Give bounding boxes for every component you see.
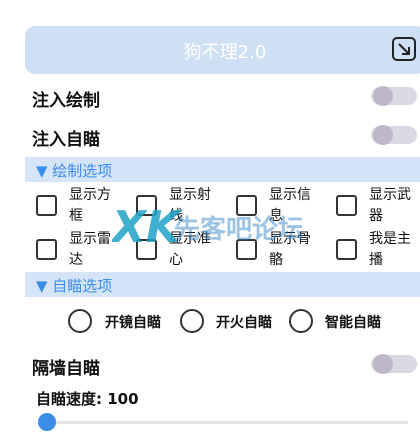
radio-label: 开火自瞄 [216,315,272,331]
inject-aim-toggle[interactable] [371,125,417,145]
watermark-text: 先客吧论坛 [174,214,302,245]
inject-aim-label: 注入自瞄 [32,130,100,150]
radio-fire-aim[interactable] [180,309,204,333]
collapse-icon[interactable] [392,37,416,61]
checkbox-label: 显示武器 [369,187,411,224]
toggle-knob [373,354,393,374]
inject-draw-toggle[interactable] [371,86,417,106]
toggle-knob [373,86,393,106]
wall-aim-label: 隔墙自瞄 [32,359,100,379]
checkbox-show-box[interactable] [36,195,57,216]
radio-scope-aim[interactable] [68,309,92,333]
aim-options-label: ▼ 自瞄选项 [36,277,113,295]
checkbox-show-weapon[interactable] [336,195,357,216]
radio-label: 智能自瞄 [325,315,381,331]
aim-options-header[interactable]: ▼ 自瞄选项 [25,272,420,297]
radio-smart-aim[interactable] [289,309,313,333]
checkbox-label: 我是主播 [369,231,411,268]
draw-options-header[interactable]: ▼ 绘制选项 [25,157,420,182]
forum-watermark: XK 先客吧论坛 [109,196,304,256]
wall-aim-toggle[interactable] [371,354,417,374]
title-bar: 狗不理2.0 [25,26,420,74]
watermark-logo: XK [112,202,183,253]
radio-label: 开镜自瞄 [105,315,161,331]
aim-speed-track[interactable] [38,421,408,424]
toggle-knob [373,125,393,145]
app-title: 狗不理2.0 [183,42,267,63]
checkbox-show-radar[interactable] [36,239,57,260]
draw-options-label: ▼ 绘制选项 [36,162,113,180]
aim-speed-label: 自瞄速度: 100 [36,390,139,408]
inject-draw-label: 注入绘制 [32,91,100,111]
aim-speed-thumb[interactable] [38,413,56,431]
checkbox-streamer-mode[interactable] [336,239,357,260]
